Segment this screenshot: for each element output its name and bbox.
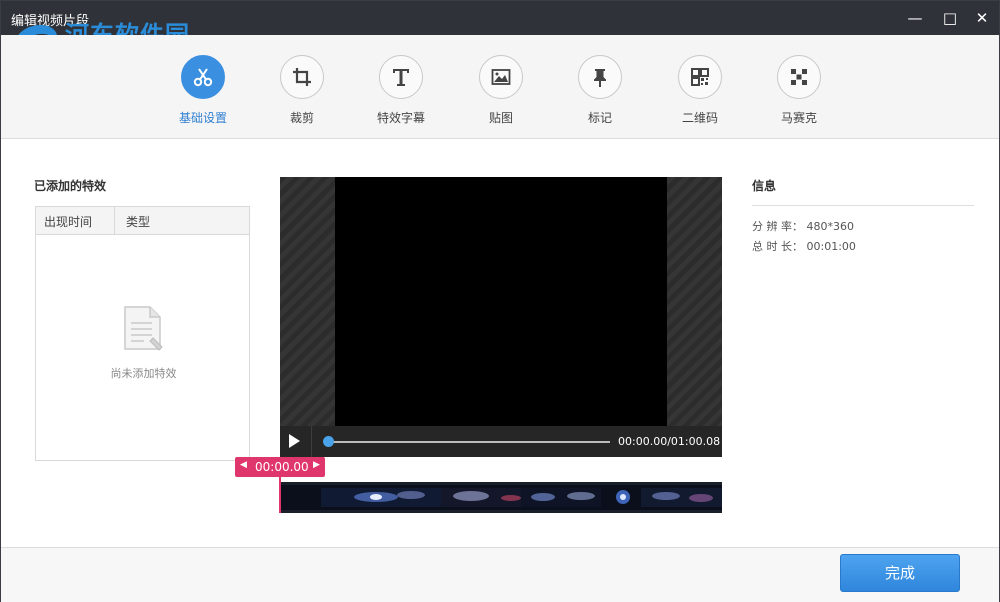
footer-bar: 完成 bbox=[1, 547, 999, 602]
tab-label: 二维码 bbox=[681, 111, 718, 125]
marker-left-arrow-icon[interactable]: ◀ bbox=[240, 460, 247, 470]
effects-panel-title: 已添加的特效 bbox=[34, 179, 107, 193]
tab-label: 贴图 bbox=[488, 111, 513, 125]
time-display: 00:00.00/01:00.08 bbox=[618, 435, 721, 448]
qrcode-icon bbox=[691, 68, 709, 86]
mosaic-icon bbox=[791, 69, 807, 85]
crop-icon bbox=[293, 68, 311, 86]
timeline-marker[interactable]: ◀ 00:00.00 ▶ bbox=[235, 457, 325, 477]
done-button[interactable]: 完成 bbox=[840, 554, 960, 592]
tab-mark[interactable]: 标记 bbox=[560, 55, 640, 126]
tab-effect-subtitles[interactable]: 特效字幕 bbox=[361, 55, 441, 126]
column-header-type[interactable]: 类型 bbox=[126, 213, 150, 230]
duration-label: 总 时 长： bbox=[752, 240, 803, 253]
table-header: 出现时间 类型 bbox=[36, 207, 249, 235]
tab-mosaic[interactable]: 马赛克 bbox=[759, 55, 839, 126]
tab-qrcode[interactable]: 二维码 bbox=[660, 55, 740, 126]
minimize-button[interactable]: — bbox=[904, 7, 926, 29]
resolution-value: 480*360 bbox=[806, 220, 855, 233]
tab-label: 标记 bbox=[587, 111, 612, 125]
toolbar: 基础设置 裁剪 特效字幕 贴图 标记 二维码 马赛克 bbox=[1, 35, 999, 139]
image-icon bbox=[491, 69, 511, 85]
info-divider bbox=[752, 205, 974, 206]
title-bar: 编辑视频片段 — □ ✕ bbox=[1, 1, 999, 35]
tab-label: 马赛克 bbox=[780, 111, 817, 125]
tab-basic-settings[interactable]: 基础设置 bbox=[163, 55, 243, 126]
play-icon[interactable] bbox=[289, 434, 300, 448]
tab-label: 基础设置 bbox=[178, 111, 227, 125]
effects-table: 出现时间 类型 尚未添加特效 bbox=[35, 206, 250, 461]
video-player: 00:00.00/01:00.08 bbox=[280, 177, 722, 457]
player-controls: 00:00.00/01:00.08 bbox=[280, 426, 722, 457]
edit-video-window: 编辑视频片段 — □ ✕ 河东软件园 www.pc0359.cn 基础设置 bbox=[0, 0, 1000, 602]
tab-crop[interactable]: 裁剪 bbox=[262, 55, 342, 126]
resolution-label: 分 辨 率： bbox=[752, 220, 803, 233]
maximize-button[interactable]: □ bbox=[939, 7, 961, 29]
column-header-time[interactable]: 出现时间 bbox=[44, 213, 92, 230]
tab-label: 裁剪 bbox=[289, 111, 314, 125]
info-resolution: 分 辨 率： 480*360 bbox=[752, 218, 854, 234]
close-button[interactable]: ✕ bbox=[971, 7, 993, 29]
text-icon bbox=[393, 69, 409, 86]
info-title: 信息 bbox=[752, 179, 777, 193]
window-title: 编辑视频片段 bbox=[11, 14, 90, 29]
marker-time: 00:00.00 bbox=[255, 460, 309, 474]
control-divider bbox=[311, 426, 312, 457]
tab-label: 特效字幕 bbox=[376, 111, 425, 125]
progress-thumb[interactable] bbox=[323, 436, 334, 447]
progress-track[interactable] bbox=[326, 441, 610, 443]
column-divider bbox=[114, 207, 115, 235]
pin-icon bbox=[594, 69, 606, 87]
info-duration: 总 时 长： 00:01:00 bbox=[752, 238, 856, 254]
duration-value: 00:01:00 bbox=[806, 240, 856, 253]
empty-effects-text: 尚未添加特效 bbox=[110, 367, 177, 380]
scissors-icon bbox=[193, 68, 213, 87]
marker-right-arrow-icon[interactable]: ▶ bbox=[313, 460, 320, 470]
filmstrip-timeline[interactable] bbox=[281, 482, 722, 513]
document-icon bbox=[124, 306, 163, 351]
tab-sticker[interactable]: 贴图 bbox=[461, 55, 541, 126]
video-screen[interactable] bbox=[335, 177, 667, 426]
